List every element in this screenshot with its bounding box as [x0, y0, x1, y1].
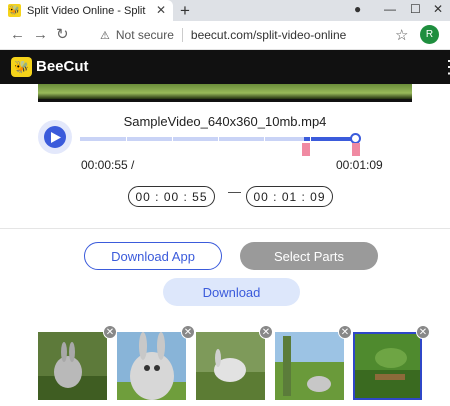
- end-time-field[interactable]: 00 : 01 : 09: [246, 186, 333, 207]
- segment-thumbnail[interactable]: [275, 332, 344, 400]
- beecut-logo-icon[interactable]: 🐝: [11, 57, 32, 77]
- reload-icon[interactable]: ↻: [56, 25, 69, 43]
- segment-thumbnail[interactable]: [38, 332, 107, 400]
- timeline-tick: [264, 136, 265, 142]
- forward-icon[interactable]: →: [33, 26, 48, 43]
- app-header: 🐝 BeeCut ⋮: [0, 50, 450, 84]
- remove-segment-icon[interactable]: ✕: [103, 325, 117, 339]
- segment-thumbnail-selected[interactable]: [353, 332, 422, 400]
- tab-title: Split Video Online - Split Any Vid: [27, 4, 147, 17]
- remove-segment-icon[interactable]: ✕: [416, 325, 430, 339]
- url-text[interactable]: beecut.com/split-video-online: [191, 28, 346, 42]
- thumbnail-image: [38, 332, 107, 400]
- kebab-menu-icon[interactable]: ⋮: [440, 57, 450, 78]
- start-time-field[interactable]: 00 : 00 : 55: [128, 186, 215, 207]
- end-time: 00:01:09: [336, 158, 383, 172]
- close-window-icon[interactable]: ✕: [433, 2, 443, 16]
- segment-thumbnail[interactable]: [196, 332, 265, 400]
- timeline-tick: [126, 136, 127, 142]
- divider: [0, 228, 450, 229]
- minimize-icon[interactable]: —: [384, 2, 396, 16]
- back-icon[interactable]: ←: [10, 26, 25, 43]
- video-preview: [38, 84, 412, 102]
- beecut-favicon-icon: 🐝: [8, 4, 21, 17]
- warning-icon[interactable]: ⚠: [100, 29, 110, 42]
- remove-segment-icon[interactable]: ✕: [259, 325, 273, 339]
- select-parts-button[interactable]: Select Parts: [240, 242, 378, 270]
- split-marker-start[interactable]: [302, 143, 310, 156]
- timeline-tick: [310, 136, 311, 142]
- thumbnail-image: [355, 334, 420, 398]
- maximize-icon[interactable]: ☐: [410, 2, 421, 16]
- play-icon: [51, 131, 61, 143]
- avatar[interactable]: R: [420, 25, 439, 44]
- not-secure-label: Not secure: [115, 28, 174, 42]
- new-tab-icon[interactable]: +: [180, 1, 190, 21]
- browser-toolbar: ← → ↻ ⚠ Not secure beecut.com/split-vide…: [0, 21, 450, 50]
- current-time: 00:00:55 /: [81, 158, 135, 172]
- remove-segment-icon[interactable]: ✕: [181, 325, 195, 339]
- thumbnail-image: [117, 332, 186, 400]
- download-app-button[interactable]: Download App: [84, 242, 222, 270]
- brand-name[interactable]: BeeCut: [36, 58, 89, 75]
- thumbnail-image: [275, 332, 344, 400]
- address-bar[interactable]: ⚠ Not secure beecut.com/split-video-onli…: [100, 24, 418, 46]
- split-marker-end[interactable]: [352, 143, 360, 156]
- tab-close-icon[interactable]: ✕: [156, 3, 166, 17]
- browser-tab[interactable]: 🐝 Split Video Online - Split Any Vid ✕: [0, 0, 173, 21]
- profile-circle-icon[interactable]: ●: [354, 2, 361, 16]
- timeline-tick: [218, 136, 219, 142]
- download-button[interactable]: Download: [163, 278, 300, 306]
- range-separator: —: [228, 184, 241, 199]
- timeline-tick: [172, 136, 173, 142]
- bookmark-star-icon[interactable]: ☆: [395, 26, 408, 44]
- file-name: SampleVideo_640x360_10mb.mp4: [123, 114, 327, 129]
- play-button[interactable]: [44, 126, 66, 148]
- address-divider: [181, 28, 183, 42]
- browser-tab-bar: 🐝 Split Video Online - Split Any Vid ✕ +…: [0, 0, 450, 21]
- timeline-ticks: [80, 136, 356, 142]
- segment-thumbnail[interactable]: [117, 332, 186, 400]
- remove-segment-icon[interactable]: ✕: [338, 325, 352, 339]
- thumbnail-image: [196, 332, 265, 400]
